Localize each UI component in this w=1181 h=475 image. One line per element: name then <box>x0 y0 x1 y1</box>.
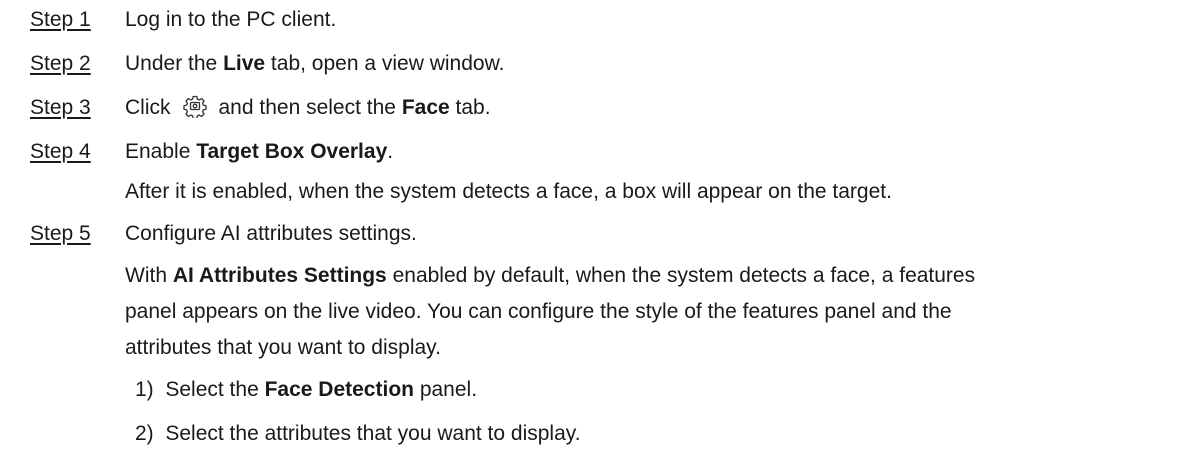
text-run: Enable <box>125 140 197 163</box>
step-label: Step 4 <box>30 140 91 163</box>
text-run: Select the attributes that you want to d… <box>165 422 581 445</box>
step-paragraph-line: With AI Attributes Settings enabled by d… <box>125 264 975 288</box>
ui-term: Face <box>401 96 450 119</box>
text-run: With <box>125 264 173 287</box>
step-text: Enable Target Box Overlay. <box>125 140 393 164</box>
text-run: Click <box>125 96 171 119</box>
ui-term: AI Attributes Settings <box>172 264 387 287</box>
step-label: Step 2 <box>30 52 91 75</box>
text-run: enabled by default, when the system dete… <box>386 264 976 287</box>
document-page: Step 1 Log in to the PC client. Step 2 U… <box>0 0 1181 475</box>
text-run: Under the <box>125 52 224 75</box>
substep-1: 1) Select the Face Detection panel. <box>135 378 477 402</box>
gear-settings-icon <box>182 96 207 119</box>
ui-term: Target Box Overlay <box>196 140 388 163</box>
text-run: Select the <box>165 378 265 401</box>
step-text: Under the Live tab, open a view window. <box>125 52 504 76</box>
text-run: . <box>387 140 394 163</box>
step-label: Step 1 <box>30 8 91 31</box>
step-note: After it is enabled, when the system det… <box>125 180 892 203</box>
ui-term: Face Detection <box>264 378 414 401</box>
step-paragraph-line: attributes that you want to display. <box>125 336 441 359</box>
step-label: Step 3 <box>30 96 91 119</box>
substep-2: 2) Select the attributes that you want t… <box>135 422 581 446</box>
substep-number: 1) <box>135 378 154 401</box>
step-paragraph-line: panel appears on the live video. You can… <box>125 300 952 323</box>
text-run: tab, open a view window. <box>265 52 505 75</box>
text-run: panel. <box>413 378 478 401</box>
substep-number: 2) <box>135 422 154 445</box>
ui-term: Live <box>223 52 266 75</box>
text-run: tab. <box>449 96 491 119</box>
step-text: Log in to the PC client. <box>125 8 337 31</box>
step-text: Configure AI attributes settings. <box>125 222 417 245</box>
step-label: Step 5 <box>30 222 91 245</box>
text-run: and then select the <box>218 96 402 119</box>
step-text: Click and then select the Face tab. <box>125 96 491 120</box>
